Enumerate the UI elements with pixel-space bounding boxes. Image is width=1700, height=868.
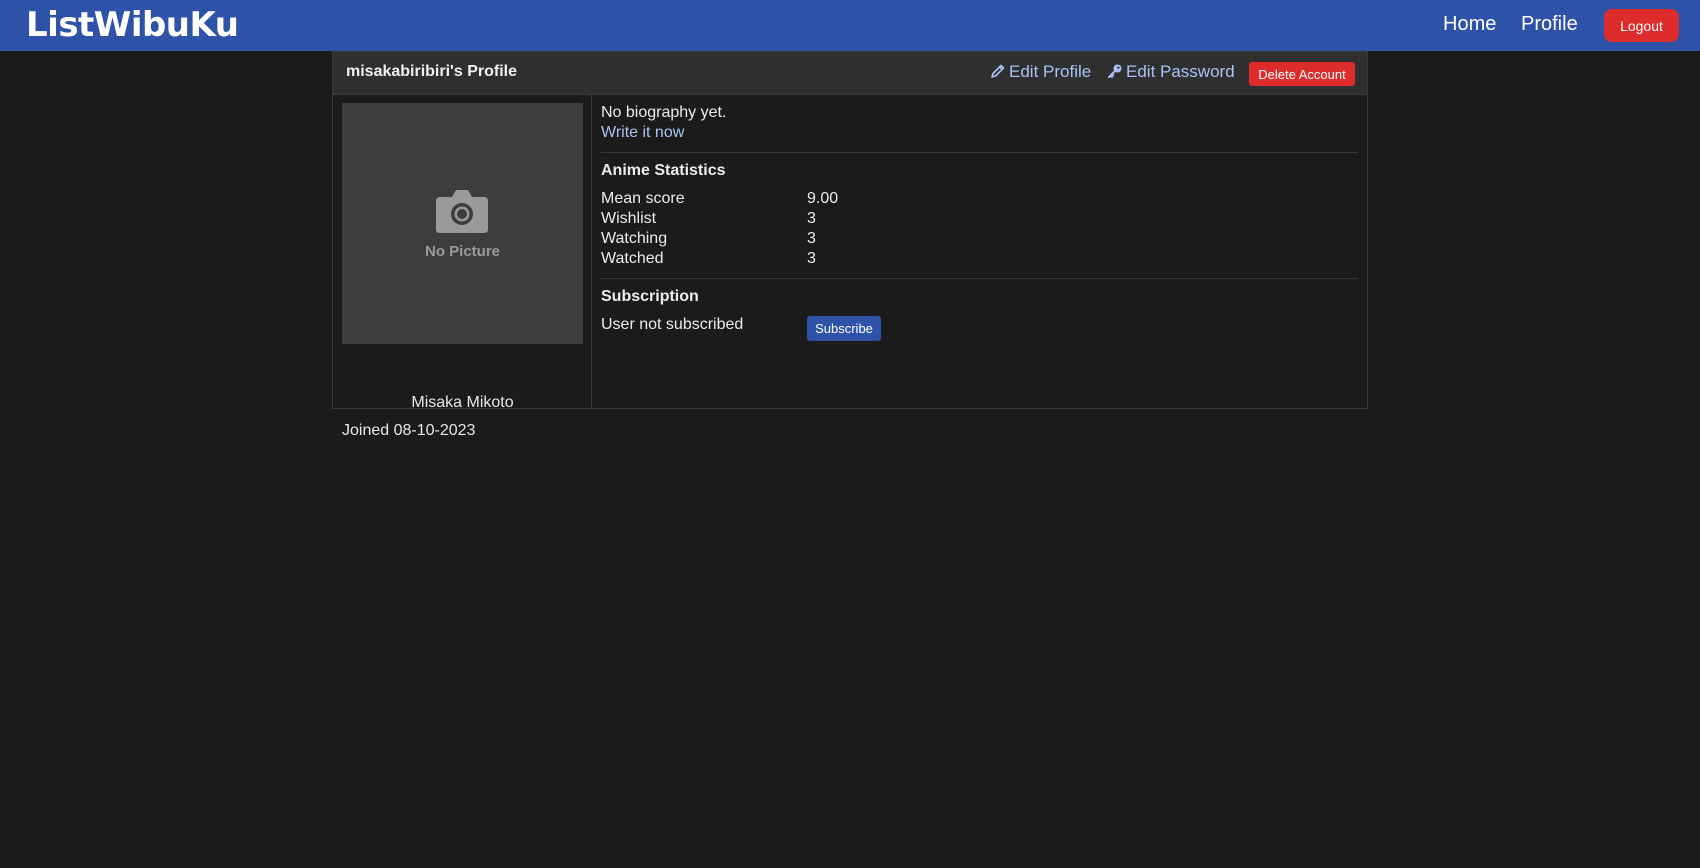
avatar-placeholder: No Picture (342, 103, 583, 344)
stat-row-watched: Watched 3 (601, 250, 1001, 270)
nav-home-link[interactable]: Home (1443, 13, 1496, 36)
edit-profile-label: Edit Profile (1009, 62, 1092, 81)
stat-value: 3 (807, 250, 816, 267)
pencil-icon (991, 64, 1005, 78)
edit-profile-link[interactable]: Edit Profile (990, 62, 1091, 82)
stat-value: 3 (807, 210, 816, 227)
display-name: Misaka Mikoto (411, 394, 514, 411)
stat-row-wishlist: Wishlist 3 (601, 210, 1001, 230)
subscription-heading: Subscription (601, 288, 699, 305)
profile-card: misakabiribiri's Profile Edit Profile Ed… (332, 51, 1368, 439)
edit-password-link[interactable]: Edit Password (1107, 62, 1235, 82)
write-bio-link[interactable]: Write it now (601, 124, 684, 142)
stat-row-mean-score: Mean score 9.00 (601, 190, 1001, 210)
stat-value: 3 (807, 230, 816, 247)
subscribe-button[interactable]: Subscribe (807, 316, 881, 341)
top-navbar: ListWibuKu Home Profile Logout (0, 0, 1700, 51)
edit-password-label: Edit Password (1126, 62, 1235, 81)
joined-date: Joined 08-10-2023 (342, 422, 476, 439)
no-picture-label: No Picture (424, 243, 500, 260)
stat-label: Watching (601, 230, 668, 247)
delete-account-button[interactable]: Delete Account (1249, 62, 1355, 86)
divider (601, 278, 1358, 279)
profile-main: No biography yet. Write it now Anime Sta… (593, 95, 1367, 408)
stat-label: Mean score (601, 190, 685, 207)
profile-sidebar: No Picture Misaka Mikoto Joined 08-10-20… (333, 95, 592, 439)
key-icon (1108, 64, 1122, 78)
stat-label: Wishlist (601, 210, 657, 227)
profile-title: misakabiribiri's Profile (346, 63, 517, 80)
profile-header: misakabiribiri's Profile Edit Profile Ed… (333, 52, 1367, 95)
stat-value: 9.00 (807, 190, 839, 207)
brand-logo[interactable]: ListWibuKu (26, 5, 239, 45)
stat-row-watching: Watching 3 (601, 230, 1001, 250)
logout-button[interactable]: Logout (1604, 9, 1679, 42)
divider (601, 152, 1358, 153)
biography-text: No biography yet. (601, 104, 727, 121)
camera-icon (436, 190, 488, 233)
anime-statistics-heading: Anime Statistics (601, 162, 726, 179)
subscription-status: User not subscribed (601, 316, 744, 333)
stat-label: Watched (601, 250, 664, 267)
nav-profile-link[interactable]: Profile (1521, 13, 1578, 36)
